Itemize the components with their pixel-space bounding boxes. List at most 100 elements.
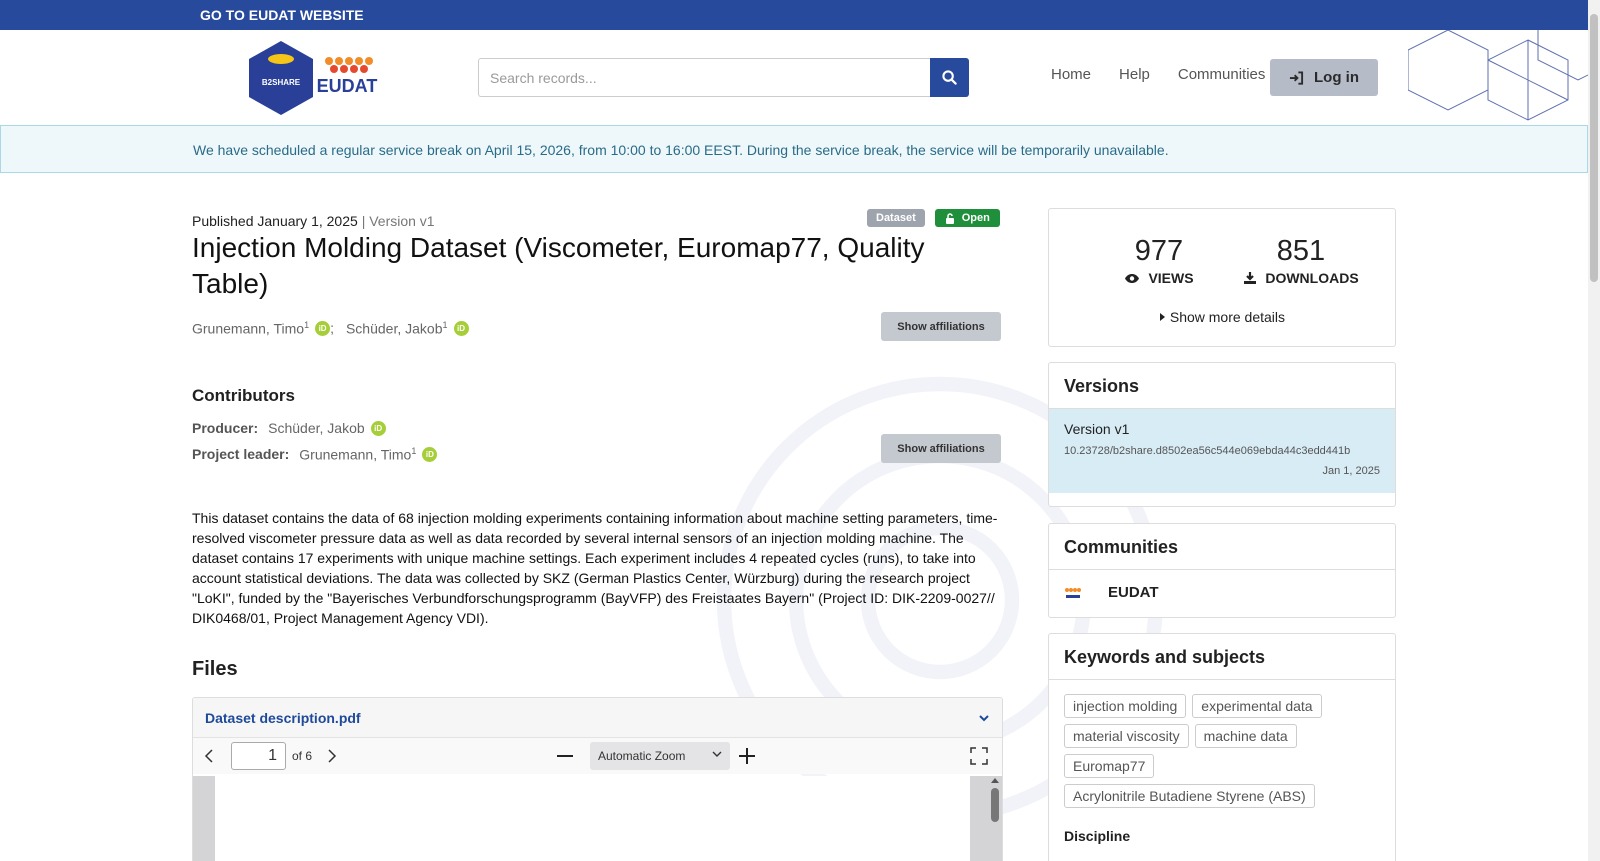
access-badge: Open bbox=[934, 209, 1000, 227]
keyword-tag[interactable]: Acrylonitrile Butadiene Styrene (ABS) bbox=[1064, 784, 1315, 808]
fullscreen-icon[interactable] bbox=[970, 747, 988, 765]
contributors-heading: Contributors bbox=[192, 386, 295, 405]
nav-communities[interactable]: Communities bbox=[1178, 66, 1266, 83]
version-date: Jan 1, 2025 bbox=[1322, 465, 1381, 477]
caret-right-icon bbox=[1159, 313, 1165, 321]
orcid-icon[interactable]: iD bbox=[453, 320, 469, 336]
keywords-heading: Keywords and subjects bbox=[1049, 634, 1395, 680]
file-preview-panel: Dataset description.pdf 1 of 6 Automatic… bbox=[192, 697, 1003, 861]
downloads-stat: 851 DOWNLOADS bbox=[1231, 235, 1371, 286]
zoom-in-icon[interactable] bbox=[738, 747, 756, 765]
creators-list: Grunemann, Timo1 iD ; Schüder, Jakob1 iD bbox=[192, 320, 469, 337]
page-count: of 6 bbox=[292, 749, 313, 763]
login-label: Log in bbox=[1314, 69, 1359, 86]
orcid-icon[interactable]: iD bbox=[422, 446, 438, 462]
keyword-tag[interactable]: injection molding bbox=[1064, 694, 1187, 718]
contributor-role: Producer: bbox=[192, 420, 259, 436]
contributor-name[interactable]: Schüder, Jakob bbox=[268, 420, 365, 436]
contributor-row: Producer: Schüder, Jakob iD bbox=[192, 420, 386, 436]
b2share-eudat-logo[interactable]: B2SHARE EUDAT bbox=[247, 39, 387, 117]
top-bar: GO TO EUDAT WEBSITE bbox=[0, 0, 1600, 30]
more-details-label: Show more details bbox=[1169, 309, 1286, 325]
versions-panel: Versions Version v1 10.23728/b2share.d85… bbox=[1048, 362, 1396, 507]
nav-help[interactable]: Help bbox=[1119, 66, 1150, 83]
nav-home[interactable]: Home bbox=[1051, 66, 1091, 83]
contributor-row: Project leader: Grunemann, Timo1 iD bbox=[192, 446, 438, 463]
community-item[interactable]: EUDAT bbox=[1049, 570, 1395, 615]
record-badges: Dataset Open bbox=[867, 209, 1000, 227]
downloads-label: DOWNLOADS bbox=[1265, 270, 1359, 286]
downloads-count: 851 bbox=[1276, 235, 1326, 267]
creator-name[interactable]: Schüder, Jakob1 bbox=[346, 320, 448, 337]
record-description: This dataset contains the data of 68 inj… bbox=[192, 510, 998, 626]
eye-icon bbox=[1125, 273, 1140, 283]
views-label: VIEWS bbox=[1148, 270, 1194, 286]
zoom-value: Automatic Zoom bbox=[598, 749, 686, 763]
zoom-out-icon[interactable] bbox=[556, 749, 574, 763]
svg-text:EUDAT: EUDAT bbox=[317, 76, 378, 96]
keyword-tag[interactable]: machine data bbox=[1194, 724, 1297, 748]
keyword-tag[interactable]: material viscosity bbox=[1064, 724, 1189, 748]
access-label: Open bbox=[961, 212, 990, 224]
orcid-icon[interactable]: iD bbox=[370, 420, 386, 436]
discipline-heading: Discipline bbox=[1064, 828, 1131, 844]
contributor-role: Project leader: bbox=[192, 446, 290, 463]
keyword-tag[interactable]: Euromap77 bbox=[1064, 754, 1155, 778]
communities-panel: Communities EUDAT bbox=[1048, 523, 1396, 618]
pdf-page bbox=[215, 776, 970, 861]
creator-separator: ; bbox=[330, 320, 334, 337]
sign-in-icon bbox=[1289, 70, 1304, 85]
svg-text:B2SHARE: B2SHARE bbox=[262, 78, 301, 87]
version-doi: 10.23728/b2share.d8502ea56c544e069ebda44… bbox=[1064, 445, 1351, 457]
pdf-toolbar: 1 of 6 Automatic Zoom bbox=[193, 738, 1002, 774]
creator-name[interactable]: Grunemann, Timo1 bbox=[192, 320, 309, 337]
login-button[interactable]: Log in bbox=[1270, 59, 1378, 96]
scrollbar-thumb[interactable] bbox=[1590, 14, 1598, 282]
search-bar bbox=[478, 58, 969, 97]
show-contributor-affiliations-button[interactable]: Show affiliations bbox=[881, 434, 1001, 463]
eudat-website-link[interactable]: GO TO EUDAT WEBSITE bbox=[200, 7, 364, 23]
hexagon-decoration bbox=[1408, 30, 1588, 121]
chevron-down-icon bbox=[712, 751, 722, 757]
next-page-icon[interactable] bbox=[326, 748, 338, 764]
chevron-down-icon[interactable] bbox=[978, 714, 990, 722]
keyword-tag[interactable]: experimental data bbox=[1192, 694, 1322, 718]
version-item[interactable]: Version v1 10.23728/b2share.d8502ea56c54… bbox=[1049, 409, 1395, 493]
previous-page-icon[interactable] bbox=[203, 748, 215, 764]
contributor-name[interactable]: Grunemann, Timo1 bbox=[299, 446, 416, 463]
views-count: 977 bbox=[1134, 235, 1184, 267]
file-name[interactable]: Dataset description.pdf bbox=[205, 710, 361, 726]
search-icon bbox=[942, 70, 957, 85]
show-affiliations-button[interactable]: Show affiliations bbox=[881, 312, 1001, 341]
record-title: Injection Molding Dataset (Viscometer, E… bbox=[192, 232, 925, 299]
versions-heading: Versions bbox=[1049, 363, 1395, 409]
search-button[interactable] bbox=[930, 58, 969, 97]
search-input[interactable] bbox=[478, 58, 930, 97]
unlock-icon bbox=[945, 212, 954, 224]
header: B2SHARE EUDAT Home Help Communities Log … bbox=[0, 30, 1600, 125]
page-scrollbar[interactable] bbox=[1588, 0, 1600, 861]
file-header[interactable]: Dataset description.pdf bbox=[193, 698, 1002, 738]
keywords-panel: Keywords and subjects injection molding … bbox=[1048, 633, 1396, 861]
show-more-details[interactable]: Show more details bbox=[1049, 309, 1395, 325]
communities-heading: Communities bbox=[1049, 524, 1395, 570]
viewer-scrollbar[interactable] bbox=[990, 776, 1000, 861]
community-name: EUDAT bbox=[1108, 584, 1159, 601]
keyword-tags: injection molding experimental data mate… bbox=[1049, 680, 1395, 808]
publish-info: Published January 1, 2025 | Version v1 bbox=[192, 213, 435, 229]
page-number-input[interactable]: 1 bbox=[231, 742, 286, 770]
version-name: Version v1 bbox=[1064, 421, 1130, 437]
files-heading: Files bbox=[192, 658, 238, 680]
stats-panel: 977 VIEWS 851 DOWNLOADS Show more detail… bbox=[1048, 208, 1396, 347]
main-nav: Home Help Communities bbox=[1051, 66, 1265, 83]
download-icon bbox=[1244, 272, 1257, 284]
zoom-select[interactable]: Automatic Zoom bbox=[590, 742, 730, 770]
eudat-community-logo bbox=[1065, 587, 1081, 598]
published-date: Published January 1, 2025 bbox=[192, 213, 358, 229]
views-stat: 977 VIEWS bbox=[1099, 235, 1219, 286]
service-break-banner: We have scheduled a regular service brea… bbox=[0, 125, 1588, 173]
resource-type-badge: Dataset bbox=[867, 209, 925, 227]
pdf-viewer-area[interactable] bbox=[193, 776, 1002, 861]
orcid-icon[interactable]: iD bbox=[315, 320, 331, 336]
version-label: | Version v1 bbox=[361, 213, 435, 229]
